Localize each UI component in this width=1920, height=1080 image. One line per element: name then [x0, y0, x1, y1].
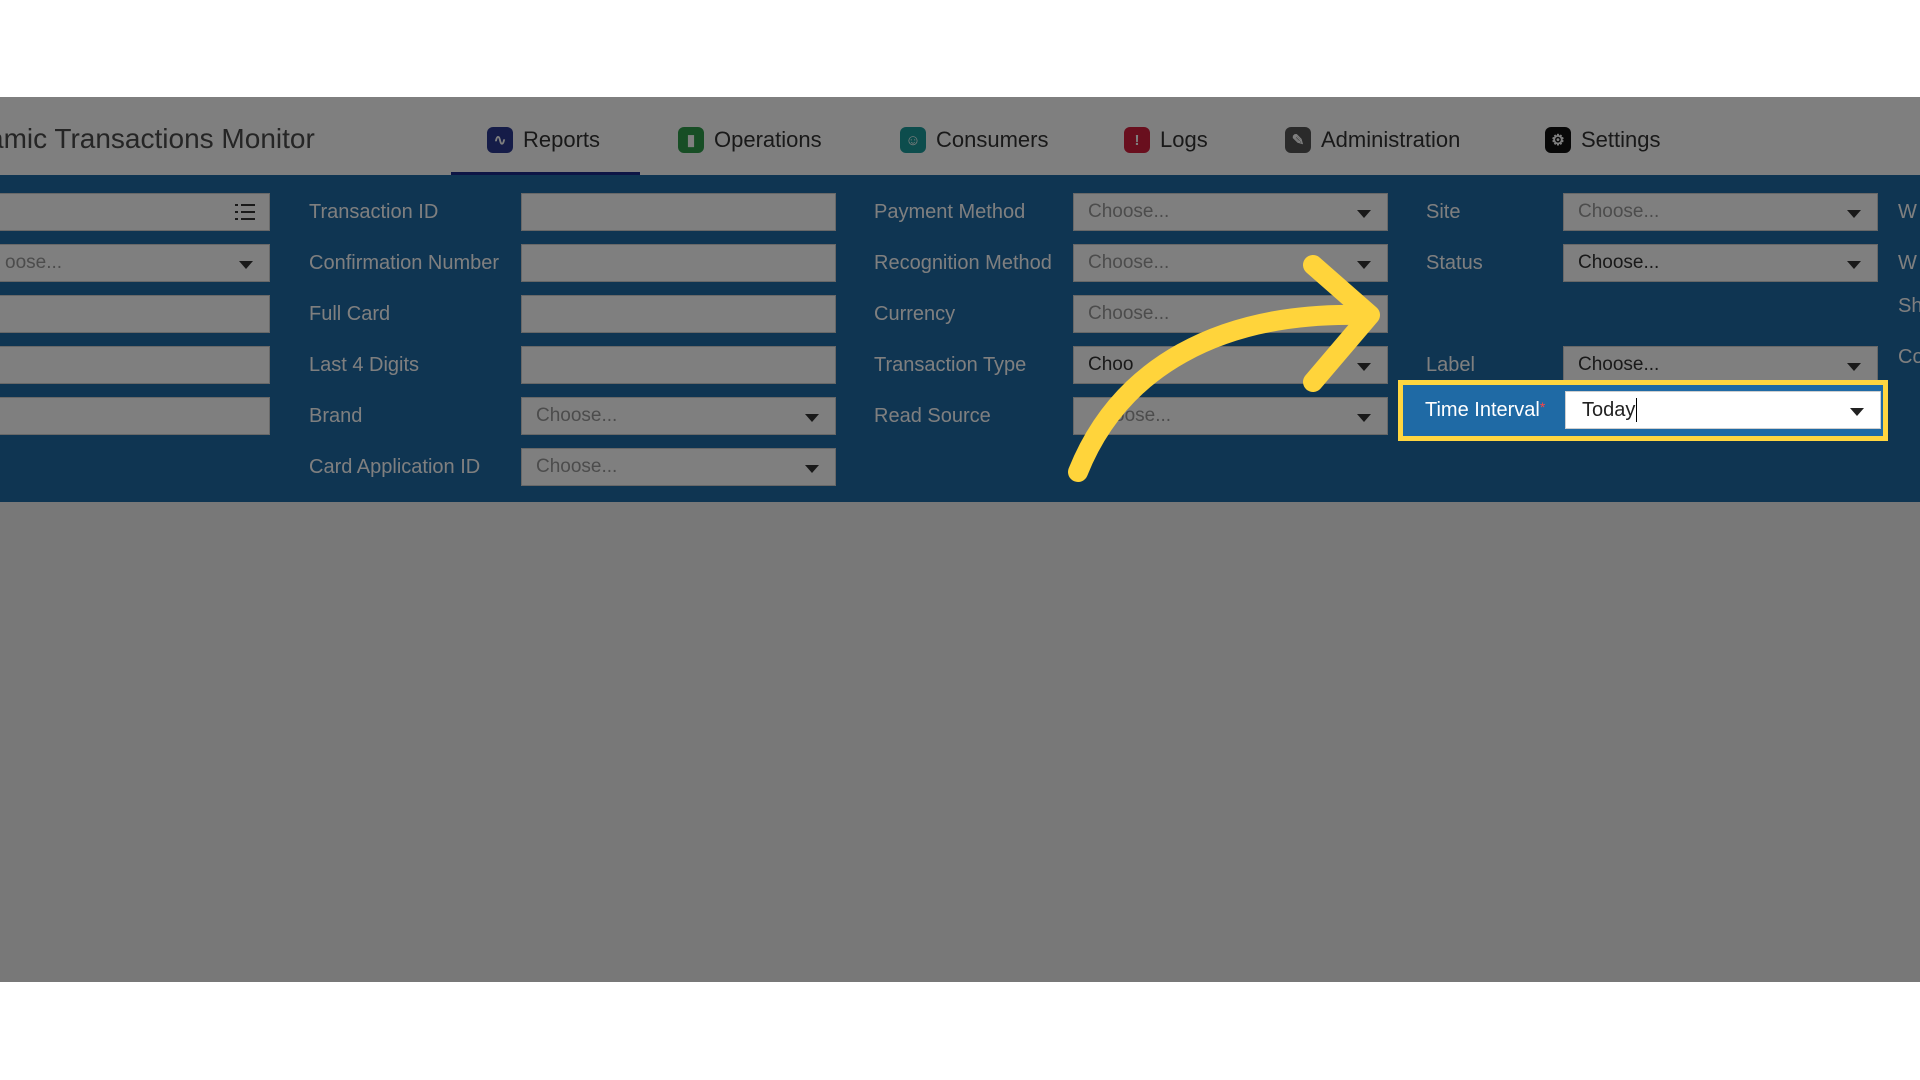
payment-method-label: Payment Method	[874, 201, 1026, 223]
site-select[interactable]: Choose...	[1563, 193, 1878, 231]
last4-input[interactable]	[521, 346, 836, 384]
confirmation-number-label: Confirmation Number	[309, 252, 500, 274]
required-marker: *	[1539, 399, 1546, 415]
chevron-down-icon	[1357, 414, 1371, 422]
full-card-label: Full Card	[309, 303, 391, 325]
tab-reports[interactable]: ∿ Reports	[450, 115, 641, 175]
settings-icon: ⚙	[1545, 127, 1571, 153]
select-value: Choose...	[536, 405, 618, 426]
logs-icon: !	[1124, 127, 1150, 153]
transaction-id-label: Transaction ID	[309, 201, 439, 223]
chevron-down-icon	[805, 465, 819, 473]
transaction-id-input[interactable]	[521, 193, 836, 231]
chevron-down-icon	[239, 261, 253, 269]
chevron-down-icon	[1847, 210, 1861, 218]
select-value: Choo	[1088, 354, 1134, 375]
full-card-input[interactable]	[521, 295, 836, 333]
transaction-type-label: Transaction Type	[874, 354, 1027, 376]
chevron-down-icon	[1357, 210, 1371, 218]
time-interval-label-text: Time Interval	[1425, 399, 1540, 421]
chevron-down-icon	[1847, 363, 1861, 371]
select-value: Choose...	[1578, 354, 1660, 375]
last4-label: Last 4 Digits	[309, 354, 420, 376]
time-interval-highlight: Time Interval* Today	[1398, 380, 1888, 441]
reports-icon: ∿	[487, 127, 513, 153]
select-value: Choose...	[1578, 201, 1660, 222]
list-icon[interactable]	[235, 204, 255, 220]
select-value: oose...	[5, 252, 63, 273]
tab-label: Consumers	[936, 127, 1049, 152]
payment-method-select[interactable]: Choose...	[1073, 193, 1388, 231]
recognition-method-select[interactable]: Choose...	[1073, 244, 1388, 282]
col0-input-4[interactable]	[0, 346, 270, 384]
operations-icon: ▮	[678, 127, 704, 153]
tab-label: Administration	[1321, 127, 1461, 152]
list-filter-input[interactable]	[0, 193, 270, 231]
col0-input-3[interactable]	[0, 295, 270, 333]
select-value: Choose...	[1088, 303, 1170, 324]
select-value: Choose...	[1088, 201, 1170, 222]
card-application-id-label: Card Application ID	[309, 456, 481, 478]
chevron-down-icon	[1357, 363, 1371, 371]
select-value: Today	[1582, 398, 1636, 421]
chevron-down-icon	[805, 414, 819, 422]
transaction-type-select[interactable]: Choo	[1073, 346, 1388, 384]
select-value: Choose...	[536, 456, 618, 477]
app-title: amic Transactions Monitor	[0, 123, 315, 154]
select-value: Choose...	[1578, 252, 1660, 273]
label-label: Label	[1426, 354, 1475, 376]
app-window: amic Transactions Monitor ∿ Reports ▮ Op…	[0, 97, 1920, 982]
select-value: oose...	[1114, 405, 1172, 426]
tab-logs[interactable]: ! Logs	[1124, 115, 1208, 165]
tab-label: Logs	[1160, 127, 1208, 152]
chevron-down-icon	[1850, 408, 1864, 416]
read-source-select[interactable]: oose...	[1073, 397, 1388, 435]
tab-label: Operations	[714, 127, 822, 152]
cut-off-label-1: W	[1898, 201, 1917, 223]
top-navigation: amic Transactions Monitor ∿ Reports ▮ Op…	[0, 97, 1920, 175]
col0-select[interactable]: oose...	[0, 244, 270, 282]
chevron-down-icon	[1357, 312, 1371, 320]
text-cursor	[1636, 398, 1638, 422]
label-select[interactable]: Choose...	[1563, 346, 1878, 384]
filter-panel: oose... Transaction ID Confirmation Numb…	[0, 175, 1920, 502]
brand-select[interactable]: Choose...	[521, 397, 836, 435]
time-interval-select[interactable]: Today	[1565, 391, 1881, 429]
select-value: Choose...	[1088, 252, 1170, 273]
col0-input-5[interactable]	[0, 397, 270, 435]
chevron-down-icon	[1357, 261, 1371, 269]
chevron-down-icon	[1847, 261, 1861, 269]
tab-administration[interactable]: ✎ Administration	[1285, 115, 1460, 165]
status-select[interactable]: Choose...	[1563, 244, 1878, 282]
tab-operations[interactable]: ▮ Operations	[678, 115, 822, 165]
status-label: Status	[1426, 252, 1483, 274]
currency-label: Currency	[874, 303, 956, 325]
site-label: Site	[1426, 201, 1461, 223]
recognition-method-label: Recognition Method	[874, 252, 1052, 274]
cut-off-label-4: Co	[1898, 346, 1920, 368]
confirmation-number-input[interactable]	[521, 244, 836, 282]
cut-off-label-2: W	[1898, 252, 1917, 274]
tab-consumers[interactable]: ☺ Consumers	[900, 115, 1048, 165]
brand-label: Brand	[309, 405, 363, 427]
card-application-id-select[interactable]: Choose...	[521, 448, 836, 486]
tab-settings[interactable]: ⚙ Settings	[1545, 115, 1661, 165]
read-source-label: Read Source	[874, 405, 991, 427]
currency-select[interactable]: Choose...	[1073, 295, 1388, 333]
consumers-icon: ☺	[900, 127, 926, 153]
cut-off-label-3: Sh	[1898, 295, 1920, 317]
administration-icon: ✎	[1285, 127, 1311, 153]
tab-label: Reports	[523, 127, 601, 152]
tab-label: Settings	[1581, 127, 1661, 152]
time-interval-label: Time Interval*	[1425, 399, 1545, 422]
